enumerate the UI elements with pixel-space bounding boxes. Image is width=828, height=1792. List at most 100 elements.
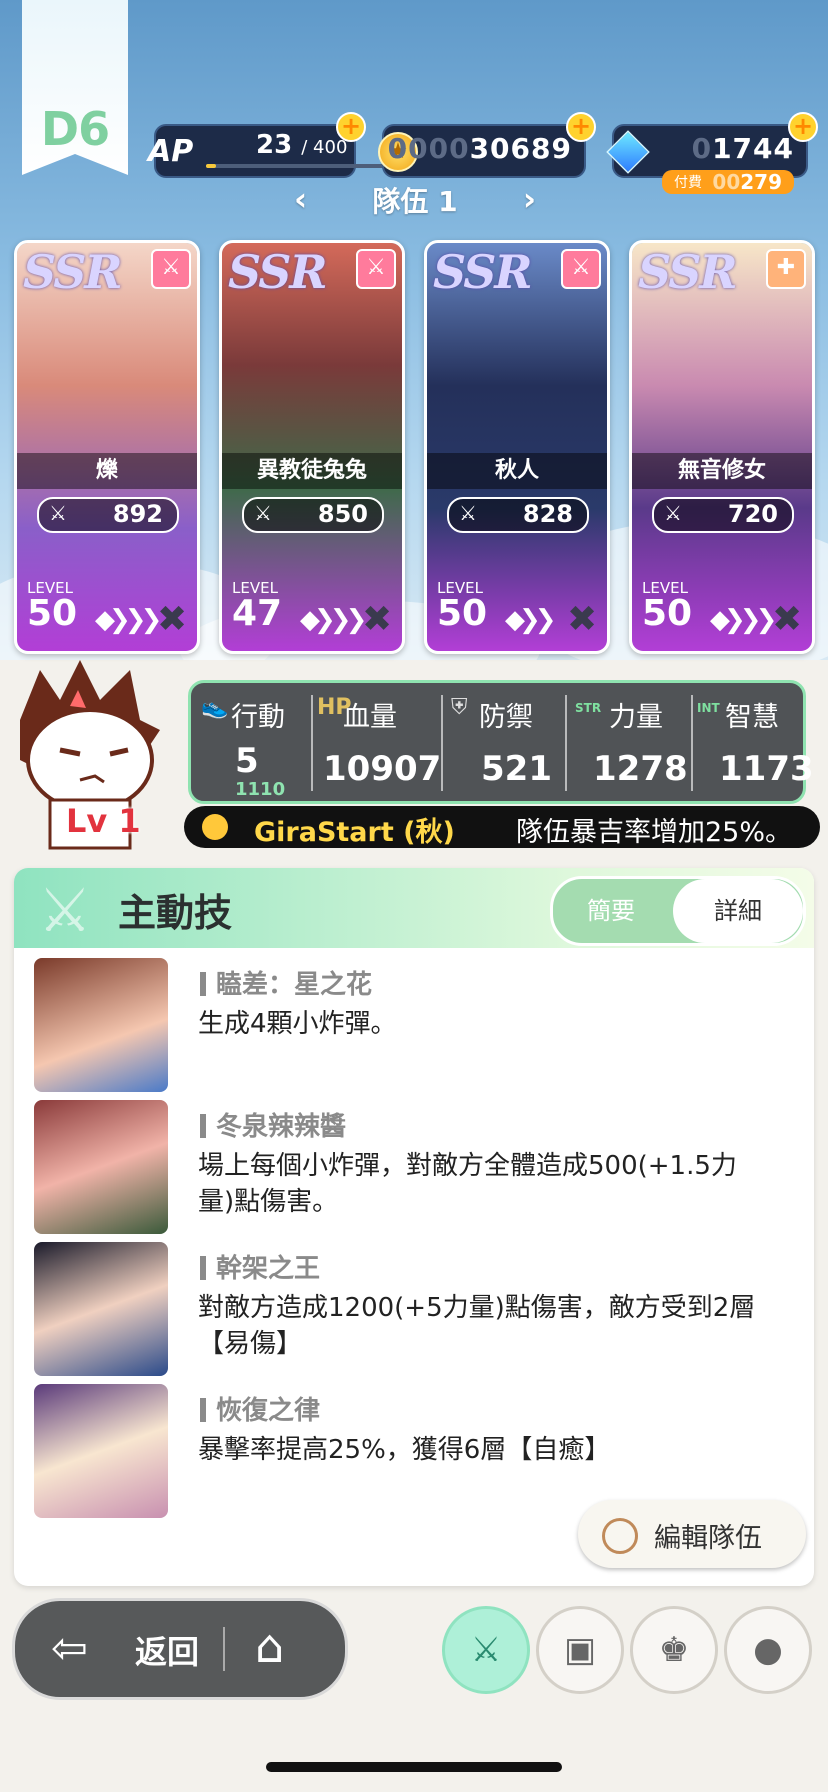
swords-icon: ⚔ [49,501,67,525]
shield-icon: ⛨ [451,695,468,720]
prev-team-button[interactable]: ‹ [294,180,307,218]
skill-description: 暴擊率提高25%，獲得6層【自癒】 [198,1435,611,1465]
team-selector: ‹ 隊伍 1 › [290,180,540,220]
home-icon[interactable]: ⌂ [255,1619,284,1673]
gem-counter[interactable]: 01744 + 付費 00279 [606,112,818,194]
rank-banner[interactable]: D6 [22,0,128,175]
level-value: 47 [232,593,283,634]
character-card[interactable]: SSR ✚ 無音修女 ⚔ 720 LEVEL 50 ◆❯❯❯ ✖ [629,240,815,654]
ap-label: AP [148,134,194,169]
rarity-label: SSR [23,245,123,299]
character-name: 爍 [17,453,197,489]
power-value: 850 [317,500,368,528]
edit-team-button[interactable]: 編輯隊伍 [578,1500,806,1568]
team-stats-panel: 👟 行動 5 1110 HP 血量 10907 ⛨ 防禦 521 STR 力量 … [188,680,814,804]
stat-strength-value: 1278 [593,749,688,789]
locked-slot-icon: ✖ [567,599,598,640]
rank-arrows-icon: ◆❯❯ [505,605,557,635]
attack-role-icon: ⚔ [151,249,191,289]
power-badge: ⚔ 720 [652,497,794,533]
str-icon: STR [575,701,602,715]
attack-role-icon: ⚔ [561,249,601,289]
stat-action-sub: 1110 [235,779,286,800]
stat-strength-label: 力量 [609,702,663,733]
gem-icon [606,130,650,174]
divider [223,1627,225,1671]
bomb-icon[interactable]: ● [724,1606,812,1694]
gira-description: 隊伍暴吉率增加25%。 [515,817,792,848]
character-portrait [34,1384,168,1518]
back-arrow-icon[interactable]: ⇦ [51,1623,88,1674]
character-name: 無音修女 [632,453,812,489]
sword-icon: ⚔ [38,876,92,946]
stat-action-value: 5 [235,741,259,781]
coin-counter[interactable]: ★ 000030689 + [378,112,596,178]
stat-hp-label: 血量 [343,702,397,733]
panel-header: ⚔ 主動技 簡要 詳細 [14,868,814,948]
paid-value: 00279 [712,170,782,194]
panel-title: 主動技 [118,891,233,935]
level-value: 50 [437,593,488,634]
locked-slot-icon: ✖ [362,599,393,640]
heal-role-icon: ✚ [766,249,806,289]
stat-action-label: 行動 [231,702,285,733]
active-skill-panel: ⚔ 主動技 簡要 詳細 瞌差：星之花 生成4顆小炸彈。 冬泉辣辣醬 場上每個小炸… [14,868,814,1586]
swords-icon: ⚔ [254,501,272,525]
next-team-button[interactable]: › [523,180,536,218]
gem-add-button[interactable]: + [788,112,818,142]
skill-tab-sword-icon[interactable]: ⚔ [442,1606,530,1694]
character-portrait [34,1100,168,1234]
stat-action: 👟 行動 5 1110 [191,683,309,801]
stat-wisdom-value: 1173 [719,749,814,789]
detail-tab[interactable]: 詳細 [673,879,803,943]
rarity-label: SSR [433,245,533,299]
stat-hp: HP 血量 10907 [315,683,442,801]
power-value: 892 [112,500,163,528]
brief-tab[interactable]: 簡要 [553,879,669,943]
character-card[interactable]: SSR ⚔ 異教徒兔兔 ⚔ 850 LEVEL 47 ◆❯❯❯ ✖ [219,240,405,654]
attack-role-icon: ⚔ [356,249,396,289]
rank-arrows-icon: ◆❯❯❯ [710,605,777,635]
leader-level: Lv 1 [66,802,141,840]
character-portrait [34,1242,168,1376]
ap-value: 23 / 400 [256,130,348,160]
stat-hp-value: 10907 [323,749,442,789]
skill-row: 冬泉辣辣醬 場上每個小炸彈，對敵方全體造成500(+1.5力量)點傷害。 [14,1100,814,1240]
coin-add-button[interactable]: + [566,112,596,142]
rarity-label: SSR [638,245,738,299]
stat-defense-value: 521 [481,749,552,789]
power-value: 720 [727,500,778,528]
edit-team-label: 編輯隊伍 [654,1523,762,1554]
gem-value: 01744 [691,132,794,165]
swords-icon: ⚔ [664,501,682,525]
level-value: 50 [642,593,693,634]
character-name: 秋人 [427,453,607,489]
skill-row: 瞌差：星之花 生成4顆小炸彈。 [14,958,814,1098]
locked-slot-icon: ✖ [772,599,803,640]
bottom-nav-pill: ⇦ 返回 ⌂ [12,1598,348,1700]
stat-defense: ⛨ 防禦 521 [445,683,569,801]
shoe-icon: 👟 [201,695,229,720]
character-name: 異教徒兔兔 [222,453,402,489]
power-badge: ⚔ 850 [242,497,384,533]
skill-name: 幹架之王 [200,1248,320,1285]
ap-counter[interactable]: AP 23 / 400 + [148,112,386,178]
bear-icon [202,814,228,840]
home-indicator [266,1762,562,1772]
stat-strength: STR 力量 1278 [571,683,695,801]
character-portrait [34,958,168,1092]
back-button[interactable]: 返回 [135,1627,199,1673]
edit-face-icon [602,1518,638,1554]
ap-add-button[interactable]: + [336,112,366,142]
team-title: 隊伍 1 [372,185,458,218]
chess-piece-icon[interactable]: ♚ [630,1606,718,1694]
rank-arrows-icon: ◆❯❯❯ [300,605,367,635]
coin-value: 000030689 [387,132,572,165]
paid-gem-badge: 付費 00279 [662,170,794,194]
character-card[interactable]: SSR ⚔ 爍 ⚔ 892 LEVEL 50 ◆❯❯❯ ✖ [14,240,200,654]
backpack-icon[interactable]: ▣ [536,1606,624,1694]
gira-bonus-bar[interactable]: GiraStart (秋) 隊伍暴吉率增加25%。 [184,806,820,848]
character-card[interactable]: SSR ⚔ 秋人 ⚔ 828 LEVEL 50 ◆❯❯ ✖ [424,240,610,654]
ap-progress-bar [206,164,386,168]
rank-label: D6 [40,102,110,156]
